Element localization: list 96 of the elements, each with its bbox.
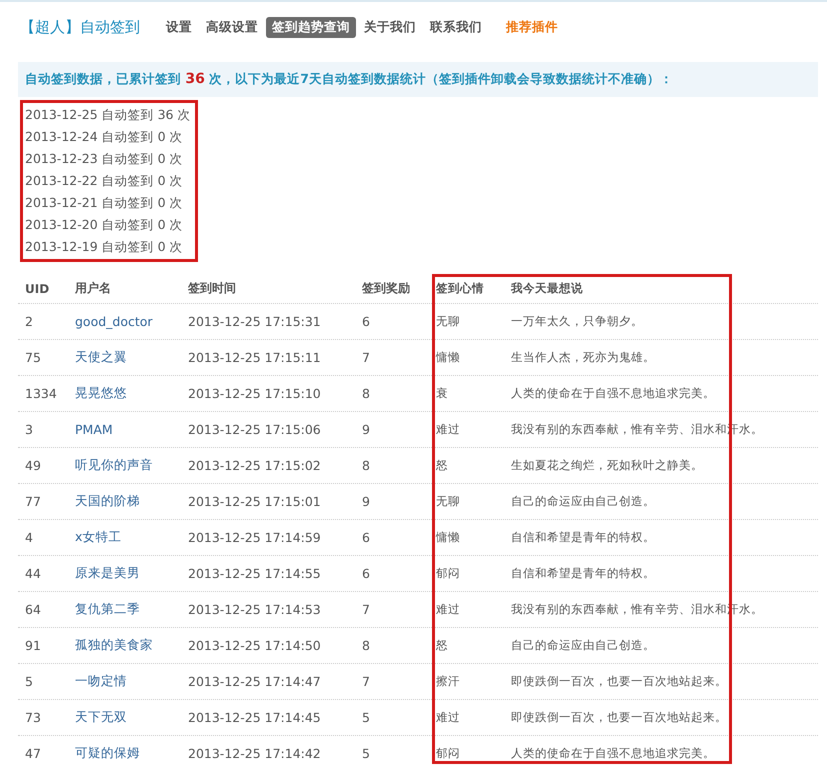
uid-cell-text: 75 (24, 350, 42, 365)
uid-cell-text: 2 (24, 314, 34, 329)
username-link[interactable]: 晃晃悠悠 (68, 385, 181, 402)
time-cell-text: 2013-12-25 17:15:01 (187, 494, 322, 509)
username-link[interactable]: 天国的阶梯 (68, 493, 181, 510)
nav-tab[interactable]: 联系我们 (424, 16, 488, 38)
reward-cell-text: 7 (361, 674, 371, 689)
reward-cell-text: 7 (361, 602, 371, 617)
message-cell-text: 生如夏花之绚烂，死如秋叶之静美。 (510, 458, 704, 473)
column-header: 签到心情 (435, 281, 485, 296)
time-cell-text: 2013-12-25 17:15:10 (187, 386, 322, 401)
message-cell-text: 自己的命运应由自己创造。 (510, 638, 656, 653)
nav-tab[interactable]: 高级设置 (200, 16, 264, 38)
reward-cell-text: 6 (361, 530, 371, 545)
daily-stat: 2013-12-24 自动签到 0 次 (25, 128, 184, 146)
reward-cell-text: 7 (361, 350, 371, 365)
daily-stat: 2013-12-21 自动签到 0 次 (25, 194, 184, 212)
username-link[interactable]: 天使之翼 (68, 349, 181, 366)
mood-cell-text: 衰 (435, 386, 449, 401)
uid-cell-text: 1334 (24, 386, 58, 401)
message-cell-text: 自信和希望是青年的特权。 (510, 530, 656, 545)
reward-cell-text: 8 (361, 638, 371, 653)
message-cell-text: 人类的使命在于自强不息地追求完美。 (510, 746, 716, 761)
column-header: UID (24, 282, 50, 296)
reward-cell-text: 5 (361, 710, 371, 725)
uid-cell-text: 47 (24, 746, 42, 761)
mood-cell-text: 郁闷 (435, 566, 461, 581)
username-link[interactable]: 听见你的声音 (68, 457, 181, 474)
nav-tab[interactable]: 关于我们 (358, 16, 422, 38)
message-cell-text: 自己的命运应由自己创造。 (510, 494, 656, 509)
time-cell-text: 2013-12-25 17:14:55 (187, 566, 322, 581)
column-header: 我今天最想说 (510, 281, 584, 296)
column-header: 签到时间 (187, 280, 237, 297)
message-cell-text: 一万年太久，只争朝夕。 (510, 314, 644, 329)
time-cell-text: 2013-12-25 17:15:31 (187, 314, 322, 329)
message-cell-text: 即使跌倒一百次，也要一百次地站起来。 (510, 674, 728, 689)
daily-stat: 2013-12-20 自动签到 0 次 (25, 216, 184, 234)
username-link[interactable]: 天下无双 (68, 709, 181, 726)
daily-stat: 2013-12-25 自动签到 36 次 (25, 106, 192, 124)
username-link[interactable]: PMAM (68, 422, 181, 437)
mood-cell-text: 擦汗 (435, 674, 461, 689)
uid-cell-text: 77 (24, 494, 42, 509)
mood-cell-text: 难过 (435, 422, 461, 437)
uid-cell-text: 49 (24, 458, 42, 473)
reward-cell-text: 9 (361, 422, 371, 437)
time-cell-text: 2013-12-25 17:14:50 (187, 638, 322, 653)
notice-text: 自动签到数据，已累计签到 36 次，以下为最近7天自动签到数据统计（签到插件卸载会导致数据统计不准确）： (25, 71, 673, 86)
username-link[interactable]: 复仇第二季 (68, 601, 181, 618)
mood-cell-text: 难过 (435, 710, 461, 725)
time-cell-text: 2013-12-25 17:14:42 (187, 746, 322, 761)
reward-cell-text: 8 (361, 386, 371, 401)
username-link[interactable]: 可疑的保姆 (68, 745, 181, 762)
nav-tab[interactable]: 签到趋势查询 (266, 16, 356, 38)
reward-cell-text: 8 (361, 458, 371, 473)
time-cell-text: 2013-12-25 17:14:53 (187, 602, 322, 617)
mood-cell-text: 怒 (435, 458, 449, 473)
username-link[interactable]: good_doctor (68, 314, 181, 329)
time-cell-text: 2013-12-25 17:14:59 (187, 530, 322, 545)
username-link[interactable]: 原来是美男 (68, 565, 181, 582)
time-cell-text: 2013-12-25 17:15:06 (187, 422, 322, 437)
time-cell-text: 2013-12-25 17:14:47 (187, 674, 322, 689)
uid-cell-text: 91 (24, 638, 42, 653)
message-cell-text: 即使跌倒一百次，也要一百次地站起来。 (510, 710, 728, 725)
uid-cell-text: 4 (24, 530, 34, 545)
uid-cell-text: 44 (24, 566, 42, 581)
mood-cell-text: 无聊 (435, 314, 461, 329)
reward-cell-text: 6 (361, 566, 371, 581)
username-link[interactable]: x女特工 (68, 529, 181, 546)
daily-stat: 2013-12-22 自动签到 0 次 (25, 172, 184, 190)
message-cell-text: 生当作人杰，死亦为鬼雄。 (510, 350, 656, 365)
plugin-title: 【超人】自动签到 (20, 18, 140, 36)
uid-cell-text: 64 (24, 602, 42, 617)
daily-stat: 2013-12-19 自动签到 0 次 (25, 238, 184, 256)
reward-cell-text: 6 (361, 314, 371, 329)
mood-cell-text: 慵懒 (434, 530, 461, 545)
mood-cell-text: 难过 (435, 602, 461, 617)
username-link[interactable]: 一吻定情 (68, 673, 181, 690)
reward-cell-text: 5 (361, 746, 371, 761)
message-cell-text: 人类的使命在于自强不息地追求完美。 (510, 386, 716, 401)
message-cell-text: 自信和希望是青年的特权。 (510, 566, 656, 581)
mood-cell-text: 慵懒 (434, 350, 461, 365)
mood-cell-text: 无聊 (435, 494, 461, 509)
column-header: 签到奖励 (361, 280, 411, 297)
mood-cell-text: 怒 (435, 638, 449, 653)
daily-stat: 2013-12-23 自动签到 0 次 (25, 150, 184, 168)
time-cell-text: 2013-12-25 17:15:11 (187, 350, 322, 365)
uid-cell-text: 5 (24, 674, 34, 689)
mood-cell-text: 郁闷 (435, 746, 461, 761)
username-link[interactable]: 孤独的美食家 (68, 637, 181, 654)
nav-tab[interactable]: 设置 (160, 16, 198, 38)
column-header: 用户名 (74, 280, 112, 297)
time-cell-text: 2013-12-25 17:14:45 (187, 710, 322, 725)
time-cell-text: 2013-12-25 17:15:02 (187, 458, 322, 473)
uid-cell-text: 3 (24, 422, 34, 437)
reward-cell-text: 9 (361, 494, 371, 509)
uid-cell-text: 73 (24, 710, 42, 725)
